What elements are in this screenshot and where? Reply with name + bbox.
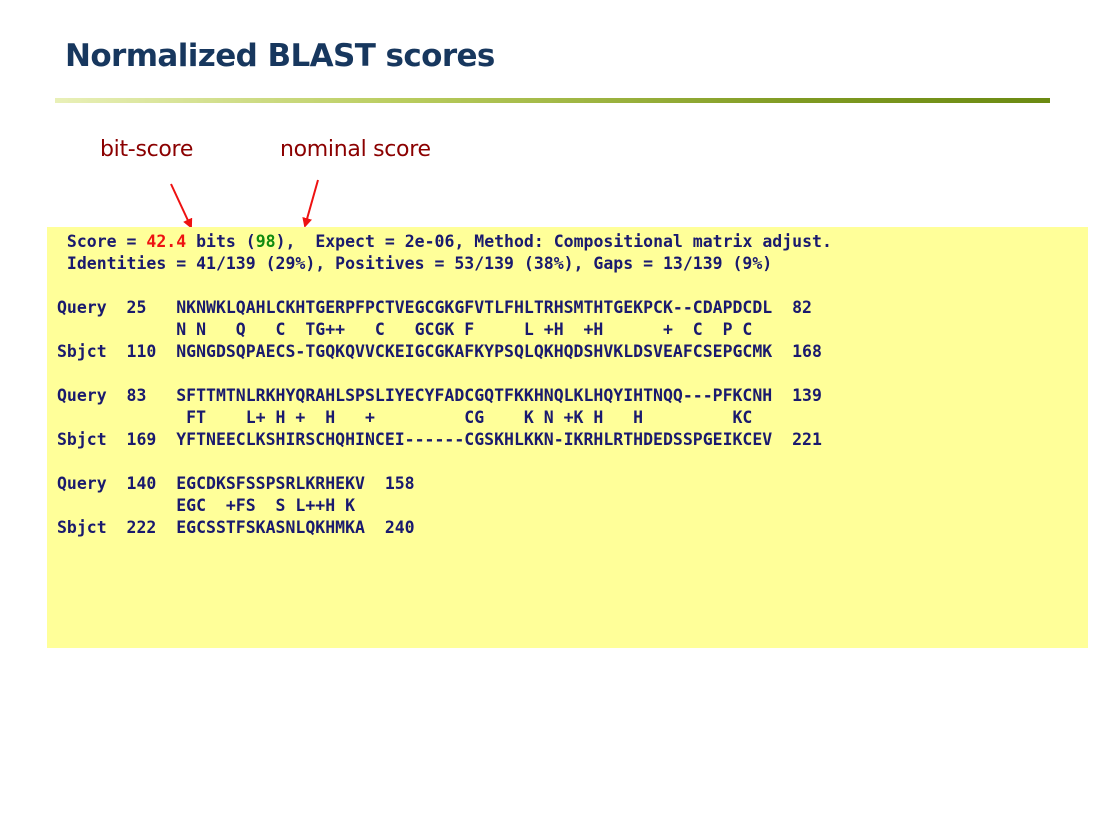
subject-line: Sbjct 169 YFTNEECLKSHIRSCHQHINCEI------C… bbox=[57, 430, 822, 449]
score-line: Score = 42.4 bits (98), Expect = 2e-06, … bbox=[57, 232, 832, 251]
match-line: FT L+ H + H + CG K N +K H H KC bbox=[57, 408, 753, 427]
query-line: Query 83 SFTTMTNLRKHYQRAHLSPSLIYECYFADCG… bbox=[57, 386, 822, 405]
nominal-score-value: 98 bbox=[255, 232, 276, 251]
alignment-text: Score = 42.4 bits (98), Expect = 2e-06, … bbox=[57, 231, 832, 539]
slide-title: Normalized BLAST scores bbox=[65, 38, 495, 74]
title-divider bbox=[55, 98, 1050, 103]
bit-score-annotation: bit-score bbox=[100, 137, 194, 162]
nominal-score-annotation: nominal score bbox=[280, 137, 431, 162]
match-line: N N Q C TG++ C GCGK F L +H +H + C P C bbox=[57, 320, 753, 339]
nominal-score-arrow bbox=[302, 179, 319, 228]
identities-line: Identities = 41/139 (29%), Positives = 5… bbox=[57, 254, 773, 273]
query-line: Query 140 EGCDKSFSSPSRLKRHEKV 158 bbox=[57, 474, 415, 493]
subject-line: Sbjct 110 NGNGDSQPAECS-TGQKQVVCKEIGCGKAF… bbox=[57, 342, 822, 361]
bit-score-arrow bbox=[170, 183, 193, 229]
bit-score-value: 42.4 bbox=[146, 232, 187, 251]
blast-alignment-panel: Score = 42.4 bits (98), Expect = 2e-06, … bbox=[47, 227, 1088, 648]
match-line: EGC +FS S L++H K bbox=[57, 496, 356, 515]
query-line: Query 25 NKNWKLQAHLCKHTGERPFPCTVEGCGKGFV… bbox=[57, 298, 812, 317]
subject-line: Sbjct 222 EGCSSTFSKASNLQKHMKA 240 bbox=[57, 518, 415, 537]
